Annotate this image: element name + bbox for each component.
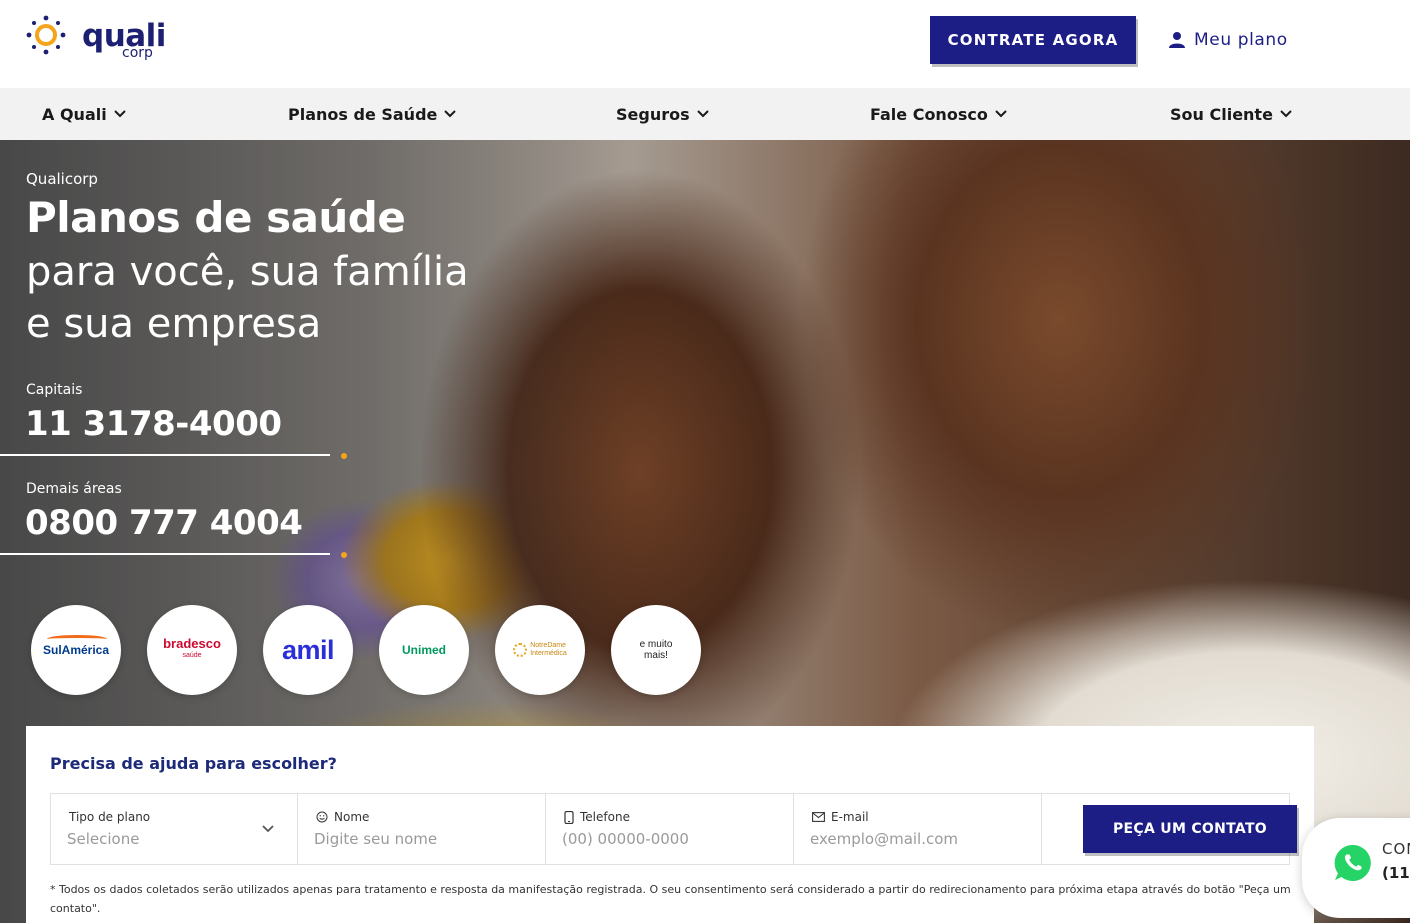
phone-field[interactable]: Telefone — [545, 793, 794, 865]
peca-um-contato-button[interactable]: PEÇA UM CONTATO — [1083, 805, 1297, 853]
partner-logo-notredame[interactable]: NotreDame Intermédica — [495, 605, 585, 695]
whatsapp-text-line2: (11) — [1382, 864, 1410, 882]
logo-subword: corp — [122, 45, 153, 61]
contact-form-card: Precisa de ajuda para escolher? Tipo de … — [26, 726, 1314, 923]
whatsapp-floating-button[interactable]: CON (11) — [1302, 818, 1410, 918]
phone-number-demais[interactable]: 0800 777 4004 — [25, 503, 303, 543]
main-nav: A Quali Planos de Saúde Seguros Fale Con… — [0, 88, 1410, 140]
phone-label-wrap: Telefone — [564, 810, 630, 824]
name-field[interactable]: Nome — [297, 793, 546, 865]
whatsapp-text-line1: CON — [1382, 840, 1410, 858]
plan-type-label: Tipo de plano — [69, 810, 151, 824]
nav-item-label: Seguros — [616, 104, 690, 124]
whatsapp-icon — [1334, 844, 1371, 881]
partner-logo-unimed[interactable]: Unimed — [379, 605, 469, 695]
nav-item-seguros[interactable]: Seguros — [616, 102, 710, 126]
form-row: Tipo de plano Selecione Nome T — [50, 793, 1297, 865]
chevron-down-icon — [444, 110, 457, 118]
name-label-wrap: Nome — [316, 810, 369, 824]
chevron-down-icon — [114, 110, 126, 118]
chevron-down-icon — [995, 110, 1007, 118]
nav-item-a-quali[interactable]: A Quali — [42, 102, 127, 126]
email-label-wrap: E-mail — [812, 810, 869, 824]
contrate-agora-button[interactable]: CONTRATE AGORA — [930, 16, 1136, 64]
phone-divider-dot — [341, 552, 347, 558]
chevron-down-icon — [1280, 110, 1292, 118]
phone-label: Telefone — [580, 810, 630, 824]
meu-plano-link[interactable]: Meu plano — [1168, 26, 1288, 54]
form-title: Precisa de ajuda para escolher? — [50, 754, 337, 773]
form-disclaimer: * Todos os dados coletados serão utiliza… — [50, 883, 1291, 915]
partner-logo-bradesco[interactable]: bradesco saúde — [147, 605, 237, 695]
phone-label-capitais: Capitais — [26, 382, 83, 398]
plan-type-select[interactable]: Tipo de plano Selecione — [50, 793, 298, 865]
partner-logo-amil[interactable]: amil — [263, 605, 353, 695]
nav-item-planos-de-saude[interactable]: Planos de Saúde — [288, 102, 457, 126]
notredame-sun-icon — [513, 643, 528, 657]
partner-name: amil — [281, 634, 335, 665]
phone-divider — [0, 454, 330, 456]
phone-number-capitais[interactable]: 11 3178-4000 — [25, 404, 282, 444]
phone-divider — [0, 553, 330, 555]
partner-logo-sulamerica[interactable]: SulAmérica — [31, 605, 121, 695]
mail-icon — [812, 812, 825, 822]
chevron-down-icon — [696, 110, 709, 118]
plan-type-value: Selecione — [67, 830, 140, 848]
partner-name: bradesco saúde — [163, 636, 221, 659]
phone-divider-dot — [341, 453, 347, 459]
meu-plano-label: Meu plano — [1194, 30, 1288, 50]
nav-item-label: Fale Conosco — [870, 104, 988, 124]
sun-logo-icon — [26, 15, 66, 55]
hero-headline-line3: e sua empresa — [26, 301, 322, 347]
nav-item-label: Planos de Saúde — [288, 104, 438, 124]
phone-label-demais: Demais áreas — [26, 481, 122, 497]
smile-icon — [316, 811, 328, 823]
mobile-phone-icon — [564, 810, 574, 824]
partner-name: NotreDame Intermédica — [513, 642, 567, 658]
partner-name: e muito mais! — [639, 639, 673, 661]
hero-headline: Planos de saúde — [26, 193, 406, 242]
nav-item-sou-cliente[interactable]: Sou Cliente — [1170, 102, 1293, 126]
qualicorp-logo[interactable]: quali corp — [24, 14, 166, 64]
email-label: E-mail — [831, 810, 869, 824]
partner-name: SulAmérica — [43, 635, 109, 657]
nav-item-label: A Quali — [42, 104, 107, 124]
email-input[interactable] — [810, 830, 1010, 848]
nav-item-fale-conosco[interactable]: Fale Conosco — [870, 102, 1008, 126]
top-header: quali corp CONTRATE AGORA Meu plano — [0, 0, 1410, 88]
partner-name: Unimed — [401, 643, 446, 657]
user-icon — [1169, 32, 1185, 48]
phone-input[interactable] — [562, 830, 762, 848]
name-input[interactable] — [314, 830, 514, 848]
email-field[interactable]: E-mail — [793, 793, 1042, 865]
nav-item-label: Sou Cliente — [1170, 104, 1273, 124]
name-label: Nome — [334, 810, 370, 824]
hero-headline-line2: para você, sua família — [26, 249, 469, 295]
hero-kicker: Qualicorp — [26, 170, 98, 188]
partner-more[interactable]: e muito mais! — [611, 605, 701, 695]
chevron-down-icon — [262, 825, 274, 833]
